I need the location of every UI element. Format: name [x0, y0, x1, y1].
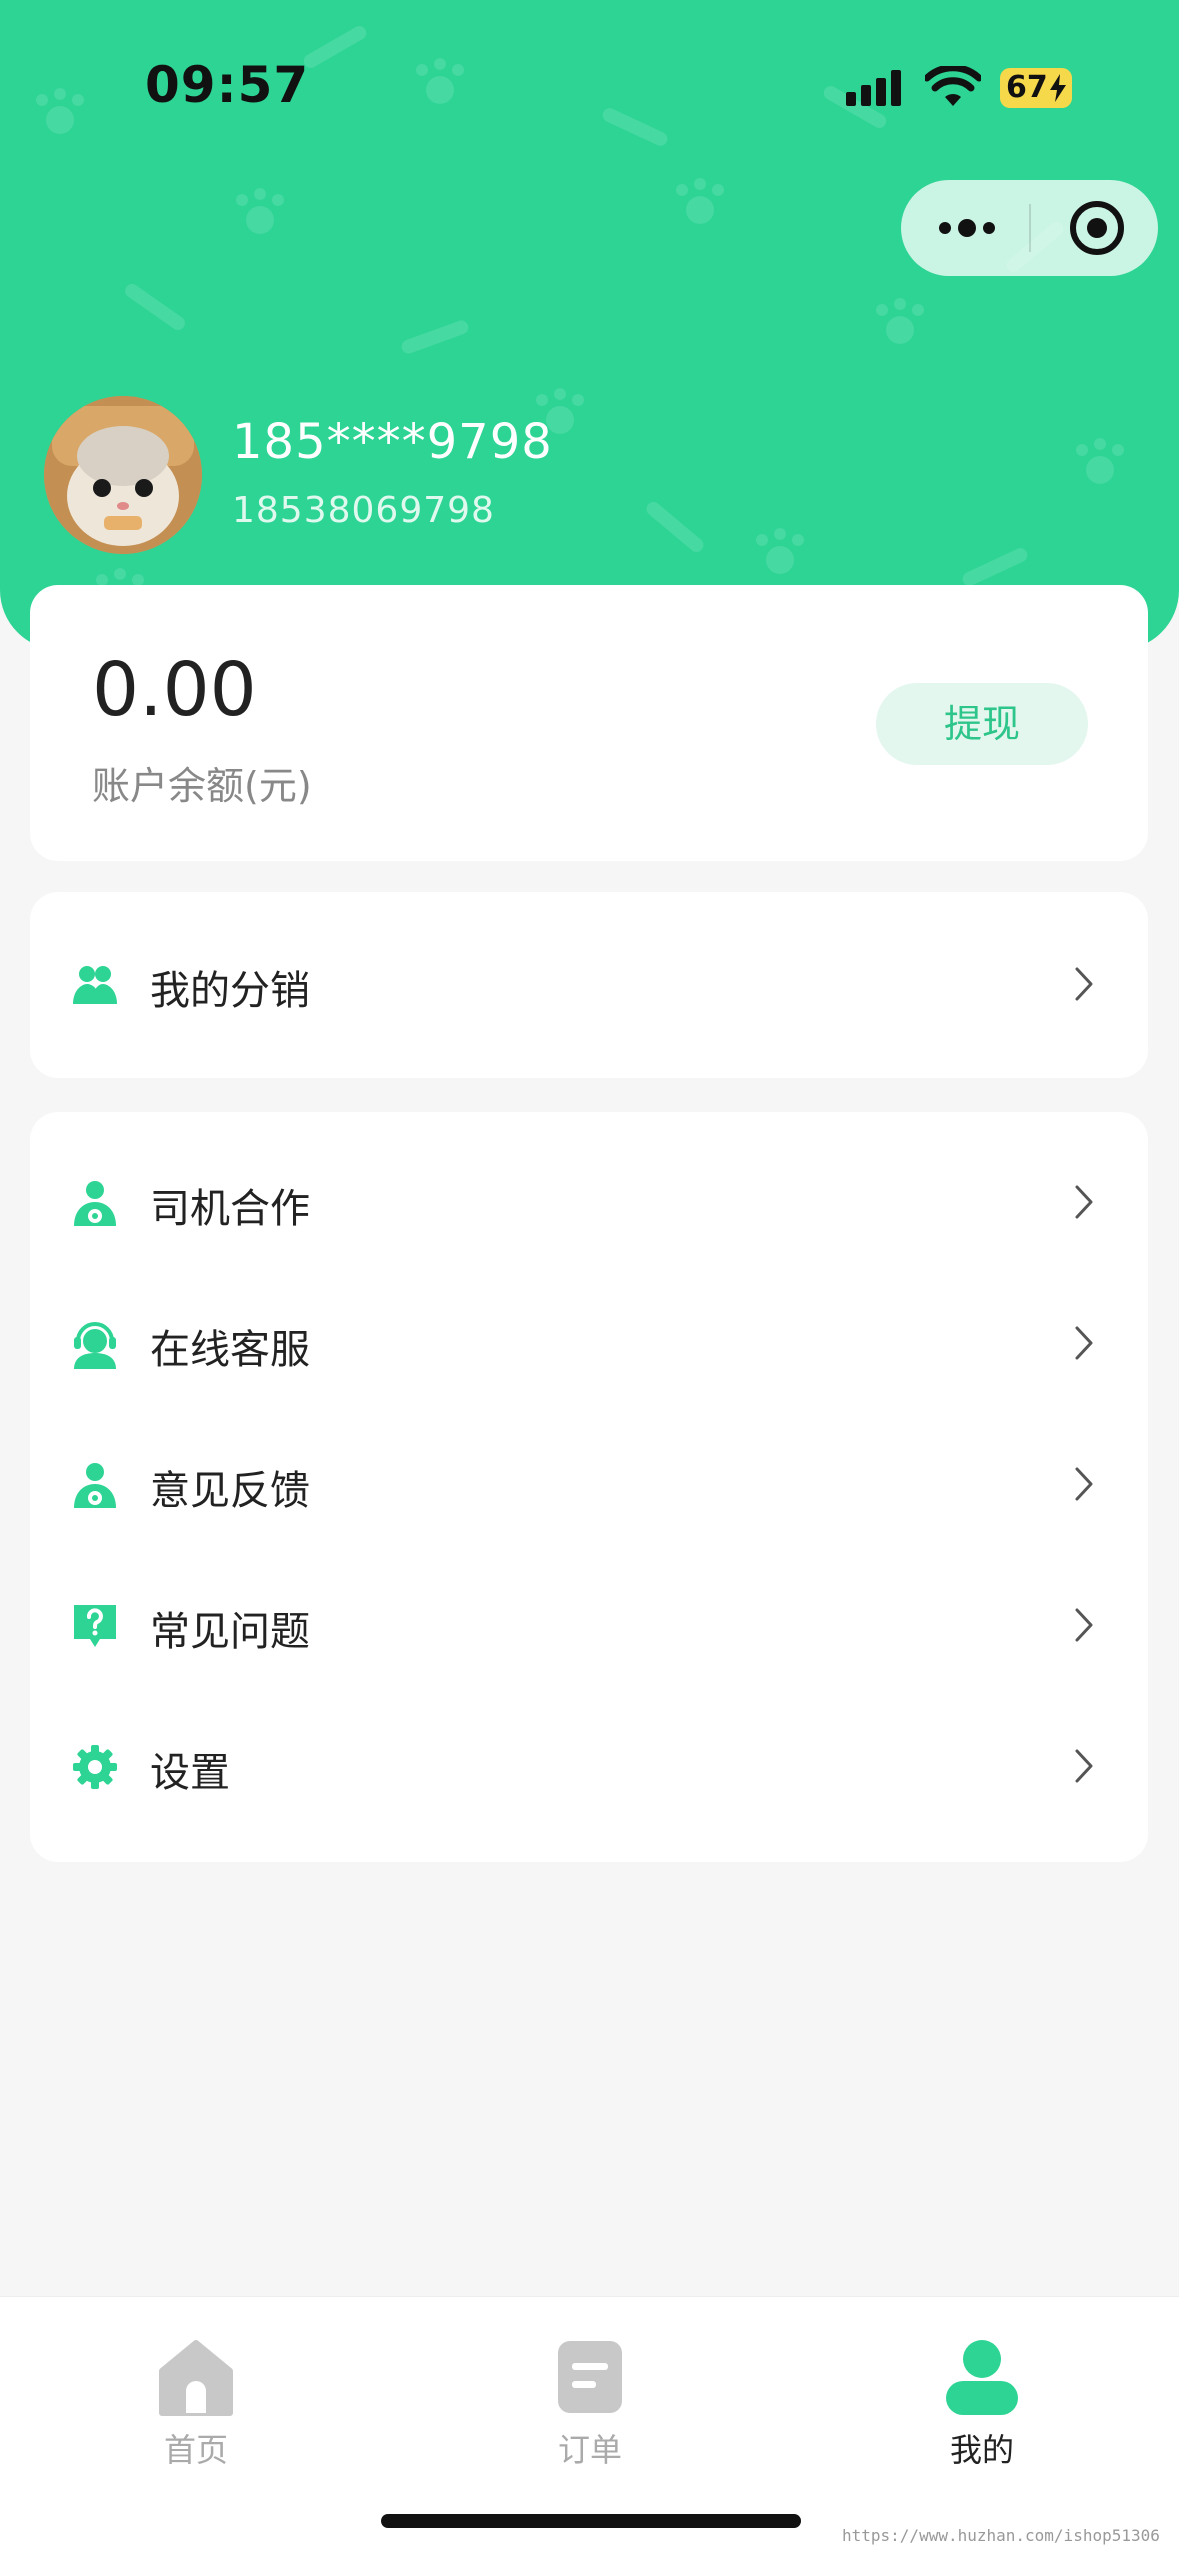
tab-label: 首页	[163, 2431, 228, 2469]
tab-label: 我的	[949, 2431, 1014, 2469]
status-bar: 09:57 67	[0, 0, 1179, 170]
wifi-icon	[925, 66, 981, 106]
withdraw-button[interactable]: 提现	[876, 683, 1088, 765]
miniapp-capsule	[901, 180, 1158, 276]
battery-indicator: 67	[1000, 68, 1072, 108]
chevron-right-icon	[1075, 1749, 1093, 1783]
customer-service-icon	[74, 1322, 116, 1369]
menu-item-label: 在线客服	[150, 1327, 310, 1373]
more-options-icon[interactable]	[935, 206, 999, 250]
tab-label: 订单	[557, 2431, 622, 2469]
user-icon	[946, 2340, 1018, 2415]
watermark-text: https://www.huzhan.com/ishop51306	[842, 2526, 1160, 2545]
balance-amount: 0.00	[92, 647, 257, 733]
chevron-right-icon	[1075, 1608, 1093, 1642]
tab-mine[interactable]: 我的	[882, 2337, 1082, 2487]
chevron-right-icon	[1075, 1467, 1093, 1501]
avatar[interactable]	[44, 396, 202, 554]
status-time: 09:57	[145, 56, 310, 114]
menu-item-label: 常见问题	[150, 1609, 310, 1655]
menu-item-label: 我的分销	[150, 968, 310, 1014]
menu-item-faq[interactable]: 常见问题	[30, 1555, 1148, 1696]
menu-card: 司机合作 在线客服 意见反馈 常见问题 设置	[30, 1112, 1148, 1862]
charging-bolt-icon	[1050, 74, 1066, 102]
distribution-card: 我的分销	[30, 892, 1148, 1078]
user-nickname: 185****9798	[232, 414, 553, 470]
chevron-right-icon	[1075, 1326, 1093, 1360]
menu-item-settings[interactable]: 设置	[30, 1696, 1148, 1837]
user-phone: 18538069798	[232, 490, 495, 531]
home-icon	[159, 2340, 233, 2416]
menu-item-distribution[interactable]: 我的分销	[30, 914, 1148, 1055]
menu-item-label: 司机合作	[150, 1186, 310, 1232]
cellular-signal-icon	[846, 70, 901, 106]
order-icon	[558, 2341, 622, 2413]
close-miniapp-icon[interactable]	[1065, 196, 1129, 260]
distribution-group-icon	[73, 966, 117, 1004]
home-indicator	[381, 2514, 801, 2528]
balance-label: 账户余额(元)	[92, 764, 312, 808]
menu-item-online-service[interactable]: 在线客服	[30, 1273, 1148, 1414]
battery-level: 67	[1006, 70, 1048, 105]
gear-icon	[73, 1745, 117, 1789]
capsule-divider	[1029, 204, 1031, 252]
driver-icon	[74, 1181, 116, 1226]
profile-header: 09:57 67 185****9798 18538069798	[0, 0, 1179, 650]
chevron-right-icon	[1075, 967, 1093, 1001]
tab-home[interactable]: 首页	[96, 2337, 296, 2487]
menu-item-driver-cooperation[interactable]: 司机合作	[30, 1132, 1148, 1273]
question-icon	[74, 1605, 116, 1647]
balance-card: 0.00 账户余额(元) 提现	[30, 585, 1148, 861]
tab-orders[interactable]: 订单	[490, 2337, 690, 2487]
chevron-right-icon	[1075, 1185, 1093, 1219]
menu-item-label: 意见反馈	[150, 1468, 310, 1514]
cat-avatar-image	[44, 396, 202, 554]
feedback-icon	[74, 1463, 116, 1508]
menu-item-label: 设置	[150, 1750, 230, 1796]
menu-item-feedback[interactable]: 意见反馈	[30, 1414, 1148, 1555]
